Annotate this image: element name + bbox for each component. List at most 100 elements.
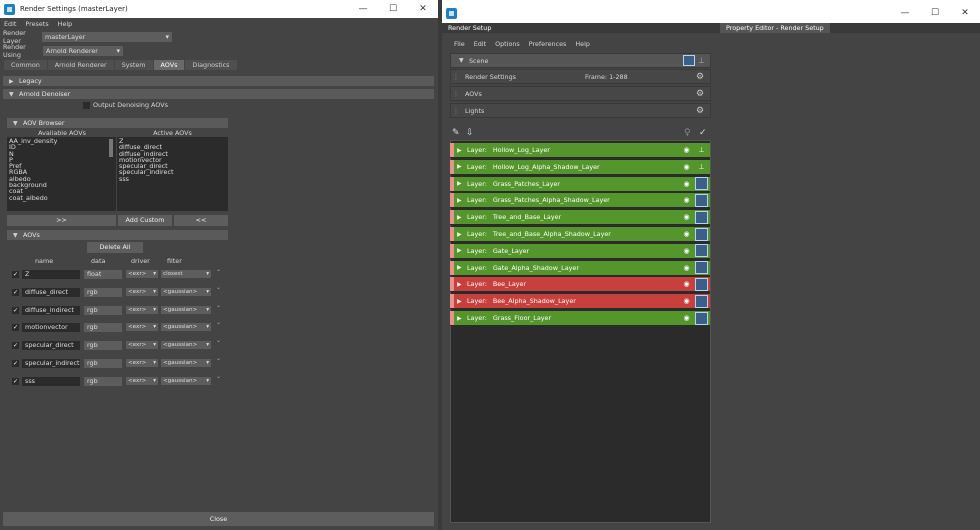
aov-enable-checkbox[interactable]: ✓ <box>12 324 19 332</box>
aov-enable-checkbox[interactable]: ✓ <box>12 288 19 296</box>
render-visibility-icon[interactable] <box>683 55 695 66</box>
visibility-eye-icon[interactable]: ◉ <box>680 160 693 173</box>
aovs-section[interactable]: ▼ AOVs <box>7 230 228 240</box>
render-layer-toggle-icon[interactable] <box>695 177 708 191</box>
aov-name-field[interactable]: sss <box>22 376 80 386</box>
arnold-denoiser-section[interactable]: ▼ Arnold Denoiser <box>3 89 434 99</box>
aov-enable-checkbox[interactable]: ✓ <box>12 342 19 350</box>
tab-common[interactable]: Common <box>4 60 47 70</box>
expand-icon[interactable]: ▶ <box>457 315 467 322</box>
visibility-eye-icon[interactable]: ◉ <box>680 295 693 308</box>
aov-name-field[interactable]: Z <box>22 270 80 279</box>
visibility-eye-icon[interactable]: ◉ <box>680 261 693 274</box>
aov-name-field[interactable]: diffuse_direct <box>22 287 80 297</box>
menu-presets[interactable]: Presets <box>25 20 48 28</box>
expand-icon[interactable]: ▶ <box>457 298 467 305</box>
aov-data-field[interactable]: rgb <box>84 323 122 333</box>
aov-enable-checkbox[interactable]: ✓ <box>12 271 19 278</box>
expand-icon[interactable]: ▶ <box>457 264 467 271</box>
close-icon[interactable]: ✕ <box>950 8 980 18</box>
render-layer-row[interactable]: ▶ Layer: Grass_Patches_Layer ◉ <box>450 176 710 192</box>
aov-name-field[interactable]: specular_direct <box>22 341 80 351</box>
menu-file[interactable]: File <box>454 40 465 48</box>
render-layer-toggle-icon[interactable] <box>695 277 708 291</box>
batch-render-icon[interactable]: ⊥ <box>693 160 710 173</box>
aov-filter-select[interactable]: closest <box>161 270 211 278</box>
render-layer-row[interactable]: ▶ Layer: Bee_Alpha_Shadow_Layer ◉ <box>450 294 710 310</box>
visibility-eye-icon[interactable]: ◉ <box>680 194 693 207</box>
delete-all-button[interactable]: Delete All <box>87 242 143 253</box>
aov-options-icon[interactable]: ⌄ <box>216 319 221 326</box>
aov-filter-select[interactable]: <gaussian> <box>161 341 211 350</box>
minimize-icon[interactable]: — <box>348 4 378 14</box>
scene-row[interactable]: ▼ Scene ⊥ <box>450 53 711 68</box>
create-layer-icon[interactable]: ✎ <box>452 128 460 138</box>
aov-filter-select[interactable]: <gaussian> <box>161 305 211 314</box>
expand-icon[interactable]: ▶ <box>457 214 467 221</box>
expand-icon[interactable]: ▶ <box>457 180 467 187</box>
aov-name-field[interactable]: specular_indirect <box>22 359 80 368</box>
maximize-icon[interactable]: ☐ <box>378 4 408 14</box>
import-icon[interactable]: ⇩ <box>466 128 474 138</box>
aov-data-field[interactable]: float <box>84 270 122 279</box>
aov-name-field[interactable]: diffuse_indirect <box>22 305 80 315</box>
aov-driver-select[interactable]: <exr> <box>126 287 158 296</box>
tab-render-setup[interactable]: Render Setup <box>448 24 491 32</box>
aov-filter-select[interactable]: <gaussian> <box>161 376 211 385</box>
remove-aov-button[interactable]: << <box>174 215 228 226</box>
menu-options[interactable]: Options <box>495 40 520 48</box>
render-layer-row[interactable]: ▶ Layer: Grass_Patches_Alpha_Shadow_Layer ◉ <box>450 193 710 209</box>
aovs-row[interactable]: ⋮ AOVs ⚙ <box>450 86 711 101</box>
render-layer-toggle-icon[interactable] <box>695 294 708 308</box>
menu-help[interactable]: Help <box>58 20 73 28</box>
aov-data-field[interactable]: rgb <box>84 359 122 368</box>
visibility-eye-icon[interactable]: ◉ <box>680 228 693 241</box>
render-layer-toggle-icon[interactable] <box>695 261 708 275</box>
aov-options-icon[interactable]: ⌄ <box>216 337 221 344</box>
aov-options-icon[interactable]: ⌄ <box>216 266 221 273</box>
gear-icon[interactable]: ⚙ <box>696 106 710 116</box>
gear-icon[interactable]: ⚙ <box>696 89 710 99</box>
tab-system[interactable]: System <box>114 60 153 70</box>
render-layer-row[interactable]: ▶ Layer: Hollow_Log_Alpha_Shadow_Layer ◉ ⊥ <box>450 159 710 175</box>
add-custom-button[interactable]: Add Custom <box>118 215 172 226</box>
tab-aovs[interactable]: AOVs <box>153 60 185 70</box>
aov-options-icon[interactable]: ⌄ <box>216 373 221 380</box>
tab-property-editor[interactable]: Property Editor - Render Setup <box>720 23 830 33</box>
render-layer-combo[interactable]: masterLayer <box>42 32 172 42</box>
aov-browser-section[interactable]: ▼ AOV Browser <box>7 118 228 128</box>
visibility-eye-icon[interactable]: ◉ <box>680 177 693 190</box>
render-layer-toggle-icon[interactable] <box>695 311 708 325</box>
render-layer-row[interactable]: ▶ Layer: Tree_and_Base_Alpha_Shadow_Layer ◉ <box>450 227 710 242</box>
aov-driver-select[interactable]: <exr> <box>126 341 158 350</box>
visibility-eye-icon[interactable]: ◉ <box>680 211 693 224</box>
available-aov-item[interactable]: coat_albedo <box>9 194 114 201</box>
menu-preferences[interactable]: Preferences <box>529 40 567 48</box>
expand-icon[interactable]: ▶ <box>457 197 467 204</box>
aov-driver-select[interactable]: <exr> <box>126 359 158 367</box>
aov-name-field[interactable]: motionvector <box>22 323 80 333</box>
close-button[interactable]: Close <box>3 512 434 526</box>
aov-driver-select[interactable]: <exr> <box>126 305 158 314</box>
aov-options-icon[interactable]: ⌄ <box>216 355 221 362</box>
render-layer-row[interactable]: ▶ Layer: Gate_Alpha_Shadow_Layer ◉ <box>450 260 710 276</box>
active-aov-item[interactable]: sss <box>119 175 226 182</box>
aov-driver-select[interactable]: <exr> <box>126 376 158 385</box>
aov-data-field[interactable]: rgb <box>84 376 122 386</box>
render-layer-toggle-icon[interactable] <box>695 227 708 241</box>
batch-render-icon[interactable]: ⊥ <box>693 144 710 157</box>
aov-enable-checkbox[interactable]: ✓ <box>12 360 19 367</box>
render-layer-row[interactable]: ▶ Layer: Tree_and_Base_Layer ◉ <box>450 210 710 226</box>
aov-driver-select[interactable]: <exr> <box>126 270 158 278</box>
minimize-icon[interactable]: — <box>890 8 920 18</box>
expand-icon[interactable]: ▶ <box>457 231 467 238</box>
gear-icon[interactable]: ⚙ <box>696 72 710 82</box>
aov-driver-select[interactable]: <exr> <box>126 323 158 332</box>
aov-data-field[interactable]: rgb <box>84 287 122 297</box>
render-layer-row[interactable]: ▶ Layer: Bee_Layer ◉ <box>450 277 710 293</box>
render-layer-toggle-icon[interactable] <box>695 193 708 207</box>
aov-filter-select[interactable]: <gaussian> <box>161 287 211 296</box>
render-layer-row[interactable]: ▶ Layer: Gate_Layer ◉ <box>450 243 710 259</box>
visibility-eye-icon[interactable]: ◉ <box>680 244 693 257</box>
aov-data-field[interactable]: rgb <box>84 305 122 315</box>
